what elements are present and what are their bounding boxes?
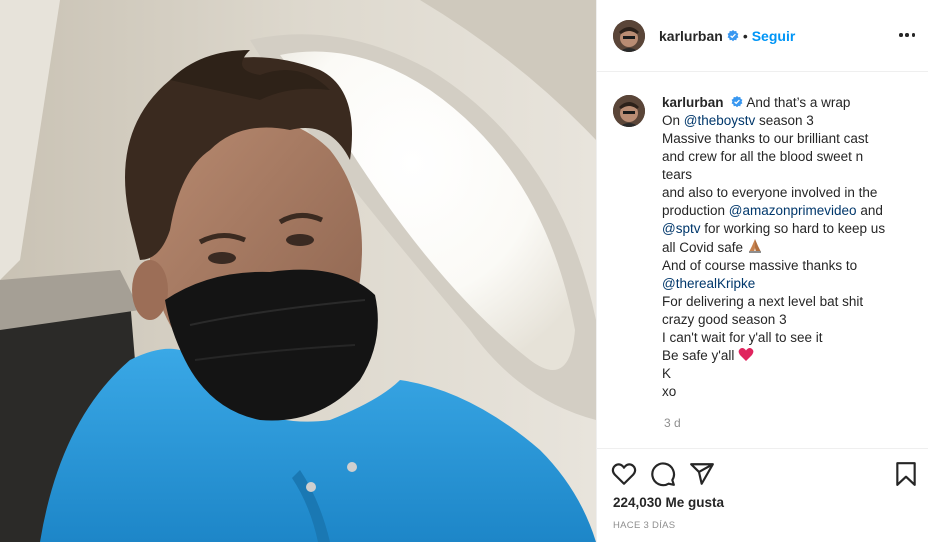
caption-line: And of course massive thanks to — [662, 258, 858, 273]
caption-line: Be safe y'all — [662, 348, 735, 363]
avatar[interactable] — [613, 19, 645, 52]
more-options-icon[interactable] — [899, 27, 915, 43]
selfie-image — [0, 0, 596, 542]
caption-line: And that’s a wrap — [746, 95, 851, 110]
caption-line: xo — [662, 384, 677, 399]
caption-username[interactable]: karlurban — [662, 95, 724, 110]
caption-line: tears — [662, 167, 693, 182]
caption-line: K — [662, 366, 672, 381]
share-icon[interactable] — [689, 461, 715, 487]
avatar-image — [613, 19, 645, 52]
post-date[interactable]: HACE 3 DÍAS — [613, 520, 675, 531]
caption-comment: karlurban And that’s a wrap On @theboyst… — [613, 94, 913, 401]
action-bar: 224,030 Me gusta HACE 3 DÍAS — [597, 448, 928, 542]
caption-line: crazy good season 3 — [662, 312, 787, 327]
caption-line: On — [662, 113, 684, 128]
comment-icon[interactable] — [650, 461, 676, 487]
post-photo[interactable] — [0, 0, 596, 542]
instagram-post: karlurban • Seguir karlurban And that’s … — [0, 0, 928, 542]
comment-timestamp[interactable]: 3 d — [664, 416, 681, 430]
verified-badge-icon — [731, 96, 743, 108]
caption-line: and crew for all the blood sweet n — [662, 149, 864, 164]
caption-line: for working so hard to keep us — [700, 221, 886, 236]
caption-line: season 3 — [755, 113, 814, 128]
heart-icon[interactable] — [611, 461, 637, 487]
mention-link[interactable]: @theboystv — [684, 113, 756, 128]
mention-link[interactable]: @therealKripke — [662, 276, 755, 291]
like-count[interactable]: 224,030 Me gusta — [613, 495, 724, 510]
caption-line: For delivering a next level bat shit — [662, 294, 864, 309]
caption-avatar[interactable] — [613, 95, 645, 127]
post-side-panel: karlurban • Seguir karlurban And that’s … — [596, 0, 928, 542]
caption-line: all Covid safe — [662, 240, 744, 255]
mention-link[interactable]: @amazonprimevideo — [729, 203, 857, 218]
header-username[interactable]: karlurban — [659, 28, 723, 44]
praying-hands-icon — [748, 239, 761, 253]
caption-line: production — [662, 203, 729, 218]
caption-line: I can't wait for y'all to see it — [662, 330, 823, 345]
mention-link[interactable]: @sptv — [662, 221, 700, 236]
red-heart-icon — [738, 348, 754, 361]
caption-line: Massive thanks to our brilliant cast — [662, 131, 869, 146]
caption-line: and — [856, 203, 883, 218]
separator-dot: • — [742, 27, 748, 44]
bookmark-icon[interactable] — [893, 461, 919, 487]
post-header: karlurban • Seguir — [597, 0, 928, 72]
verified-badge-icon — [727, 29, 739, 41]
caption-line: and also to everyone involved in the — [662, 185, 878, 200]
avatar-image — [613, 95, 645, 127]
follow-button[interactable]: Seguir — [752, 28, 796, 44]
caption-text: karlurban And that’s a wrap On @theboyst… — [662, 94, 912, 401]
